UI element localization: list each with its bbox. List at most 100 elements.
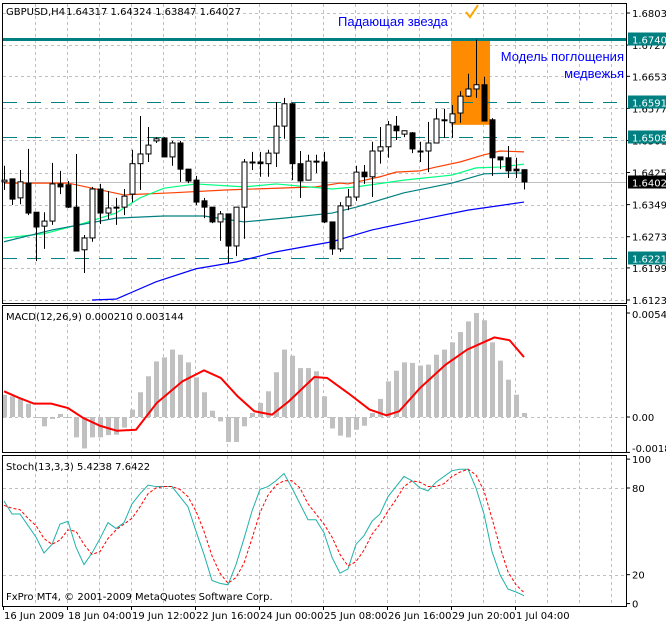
candle-body-bearish	[329, 221, 336, 250]
candle	[89, 186, 96, 242]
macd-histogram-bar	[154, 361, 159, 417]
candle-body-bearish	[481, 84, 488, 122]
candle	[345, 188, 352, 211]
macd-histogram-bar	[194, 377, 199, 417]
candle-body-bearish	[209, 206, 216, 223]
candle	[521, 169, 528, 190]
macd-histogram-bar	[34, 417, 39, 418]
candle-body-bearish	[193, 179, 200, 203]
candle-body-bearish	[313, 160, 320, 163]
candle	[9, 178, 16, 206]
candle-body-bullish	[241, 161, 248, 208]
time-axis-label: 25 Jun 08:00	[324, 611, 388, 622]
candle-body-bearish	[225, 213, 232, 247]
candle	[425, 121, 432, 173]
macd-histogram-bar	[42, 417, 47, 427]
macd-histogram-bar	[202, 392, 207, 417]
candle-body-bullish	[353, 171, 360, 198]
macd-histogram-bar	[338, 417, 343, 436]
macd-histogram-bar	[234, 417, 239, 442]
stoch-panel	[3, 468, 626, 597]
trading-chart[interactable]: 1.680301.672701.665301.657701.650101.642…	[0, 0, 666, 622]
candle-body-bearish	[409, 132, 416, 150]
stoch-axis-label: 100	[632, 455, 651, 466]
candle-body-bullish	[17, 181, 24, 199]
macd-panel	[2, 313, 626, 449]
candle-body-bearish	[497, 156, 504, 161]
candle-body-bullish	[337, 205, 344, 250]
macd-histogram-bar	[130, 409, 135, 417]
macd-histogram-bar	[114, 417, 119, 435]
macd-histogram-bar	[242, 417, 247, 427]
macd-histogram-bar	[370, 413, 375, 417]
candle-body-bearish	[25, 182, 32, 214]
macd-label: MACD(12,26,9) 0.000210 0.003144	[6, 312, 184, 323]
macd-histogram-bar	[90, 417, 95, 438]
candle	[433, 108, 440, 144]
candle-body-bullish	[345, 196, 352, 207]
candle-body-bullish	[425, 142, 432, 152]
macd-histogram-bar	[362, 417, 367, 426]
ma-mid-line	[3, 163, 525, 239]
time-axis-label: 16 Jun 2009	[4, 611, 64, 622]
candle	[393, 115, 400, 141]
candle	[73, 153, 80, 252]
panel-frames	[2, 3, 627, 607]
stoch-panel-frame	[2, 455, 627, 607]
candle-body-bullish	[369, 150, 376, 178]
candle-body-bullish	[449, 113, 456, 124]
macd-histogram-bar	[426, 364, 431, 417]
macd-histogram-bar	[250, 413, 255, 417]
candle-body-bullish	[121, 195, 128, 208]
candle	[385, 121, 392, 158]
price-axis-label: 1.62730	[632, 233, 666, 244]
candle	[225, 213, 232, 263]
macd-histogram-bar	[346, 417, 351, 438]
price-levels[interactable]	[3, 38, 626, 259]
candle-body-bullish	[89, 188, 96, 239]
candle	[137, 115, 144, 190]
candle	[409, 132, 416, 154]
candle	[273, 102, 280, 168]
level-price-text: 1.65918	[632, 99, 666, 110]
macd-histogram-bar	[514, 394, 519, 417]
bearish-engulfing-annotation-line1: Модель поглощения	[501, 49, 624, 64]
candle-body-bullish	[233, 206, 240, 247]
macd-histogram-bar	[458, 332, 463, 417]
candle	[337, 202, 344, 252]
macd-histogram-bar	[58, 413, 63, 417]
candle-body-bullish	[217, 213, 224, 223]
candle	[329, 221, 336, 255]
macd-histogram-bar	[178, 354, 183, 417]
candle-body-bearish	[65, 184, 72, 208]
macd-axis-label: 0.00	[632, 413, 654, 424]
candle	[177, 140, 184, 182]
macd-histogram-bar	[18, 398, 23, 417]
candle-body-bullish	[41, 220, 48, 227]
macd-histogram-bar	[290, 355, 295, 417]
time-axis-label: 19 Jun 12:00	[132, 611, 196, 622]
candle-body-bearish	[33, 211, 40, 228]
candle-body-bearish	[521, 169, 528, 183]
macd-histogram-bar	[162, 357, 167, 417]
candle-body-bullish	[249, 161, 256, 164]
macd-histogram-bar	[482, 320, 487, 417]
time-axis-label: 26 Jun 16:00	[388, 611, 452, 622]
candle	[33, 211, 40, 262]
candle	[121, 188, 128, 216]
candle-body-bullish	[441, 119, 448, 122]
candle	[209, 206, 216, 224]
candle	[185, 168, 192, 184]
ma-fast-line	[4, 150, 525, 196]
candle-body-bullish	[281, 103, 288, 127]
candle	[305, 154, 312, 181]
ma-slow-line	[3, 172, 525, 243]
macd-histogram-bar	[210, 410, 215, 417]
candle	[169, 140, 176, 166]
macd-histogram-bar	[186, 362, 191, 417]
macd-histogram-bar	[226, 417, 231, 442]
candle	[369, 141, 376, 198]
macd-histogram-bar	[138, 392, 143, 417]
macd-histogram-bar	[442, 349, 447, 417]
candle	[161, 137, 168, 158]
